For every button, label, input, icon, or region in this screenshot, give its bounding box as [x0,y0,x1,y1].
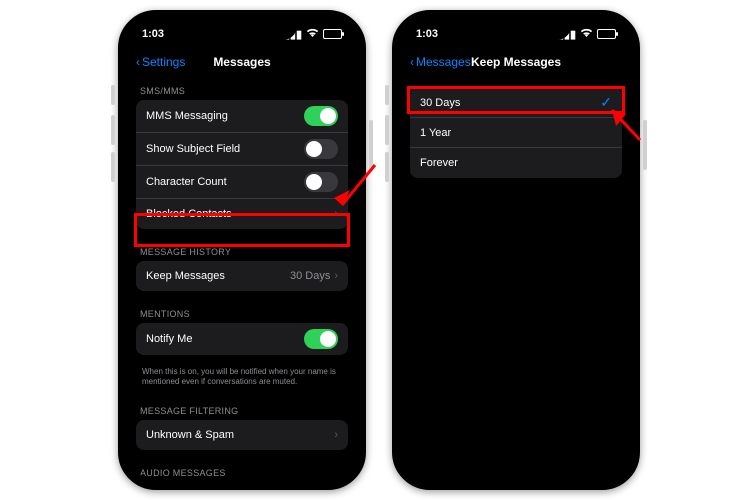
chevron-left-icon: ‹ [410,55,414,69]
row-unknown-spam[interactable]: Unknown & Spam › [136,420,348,450]
options-list[interactable]: 30 Days ✓ 1 Year Forever [402,76,630,480]
toggle-mms[interactable] [304,106,338,126]
row-keep-messages[interactable]: Keep Messages 30 Days › [136,261,348,291]
battery-icon: 76 [597,29,616,39]
mentions-footer: When this is on, you will be notified wh… [128,363,356,396]
vol-down [111,152,115,182]
mute-switch [385,85,389,105]
option-1-year[interactable]: 1 Year [410,118,622,148]
toggle-charcount[interactable] [304,172,338,192]
row-mms-messaging[interactable]: MMS Messaging [136,100,348,133]
vol-up [385,115,389,145]
section-sms-header: SMS/MMS [128,76,356,100]
chevron-left-icon: ‹ [136,55,140,69]
group-filter: Unknown & Spam › [136,420,348,450]
group-mentions: Notify Me [136,323,348,355]
section-history-header: MESSAGE HISTORY [128,237,356,261]
row-character-count[interactable]: Character Count [136,166,348,199]
checkmark-icon: ✓ [600,94,612,111]
nav-bar: ‹ Settings Messages [128,48,356,76]
power-button [643,120,647,170]
notch [461,20,571,40]
back-label: Settings [142,55,185,69]
chevron-right-icon: › [334,208,338,220]
vol-up [111,115,115,145]
wifi-icon [306,28,319,41]
group-sms: MMS Messaging Show Subject Field Charact… [136,100,348,229]
battery-icon: 76 [323,29,342,39]
status-time: 1:03 [416,28,438,40]
toggle-subject[interactable] [304,139,338,159]
keep-value: 30 Days [290,270,330,282]
section-filter-header: MESSAGE FILTERING [128,396,356,420]
group-keep-options: 30 Days ✓ 1 Year Forever [410,88,622,178]
status-time: 1:03 [142,28,164,40]
chevron-right-icon: › [334,270,338,282]
settings-list[interactable]: SMS/MMS MMS Messaging Show Subject Field… [128,76,356,480]
screen: 1:03 ▮▮▮▮ 76 ‹ Settings Messages SMS/MMS… [128,20,356,480]
nav-bar: ‹ Messages Keep Messages [402,48,630,76]
option-30-days[interactable]: 30 Days ✓ [410,88,622,118]
phone-messages-settings: 1:03 ▮▮▮▮ 76 ‹ Settings Messages SMS/MMS… [118,10,366,490]
group-history: Keep Messages 30 Days › [136,261,348,291]
page-title: Messages [213,55,270,69]
back-button[interactable]: ‹ Settings [136,55,185,69]
page-title: Keep Messages [471,55,561,69]
notch [187,20,297,40]
section-audio-header: AUDIO MESSAGES [128,458,356,480]
back-label: Messages [416,55,471,69]
back-button[interactable]: ‹ Messages [410,55,471,69]
phone-keep-messages: 1:03 ▮▮▮▮ 76 ‹ Messages Keep Messages 30… [392,10,640,490]
wifi-icon [580,28,593,41]
section-mentions-header: MENTIONS [128,299,356,323]
vol-down [385,152,389,182]
row-show-subject[interactable]: Show Subject Field [136,133,348,166]
screen: 1:03 ▮▮▮▮ 76 ‹ Messages Keep Messages 30… [402,20,630,480]
row-blocked-contacts[interactable]: Blocked Contacts › [136,199,348,229]
power-button [369,120,373,170]
toggle-notify[interactable] [304,329,338,349]
row-notify-me[interactable]: Notify Me [136,323,348,355]
chevron-right-icon: › [334,429,338,441]
mute-switch [111,85,115,105]
option-forever[interactable]: Forever [410,148,622,178]
